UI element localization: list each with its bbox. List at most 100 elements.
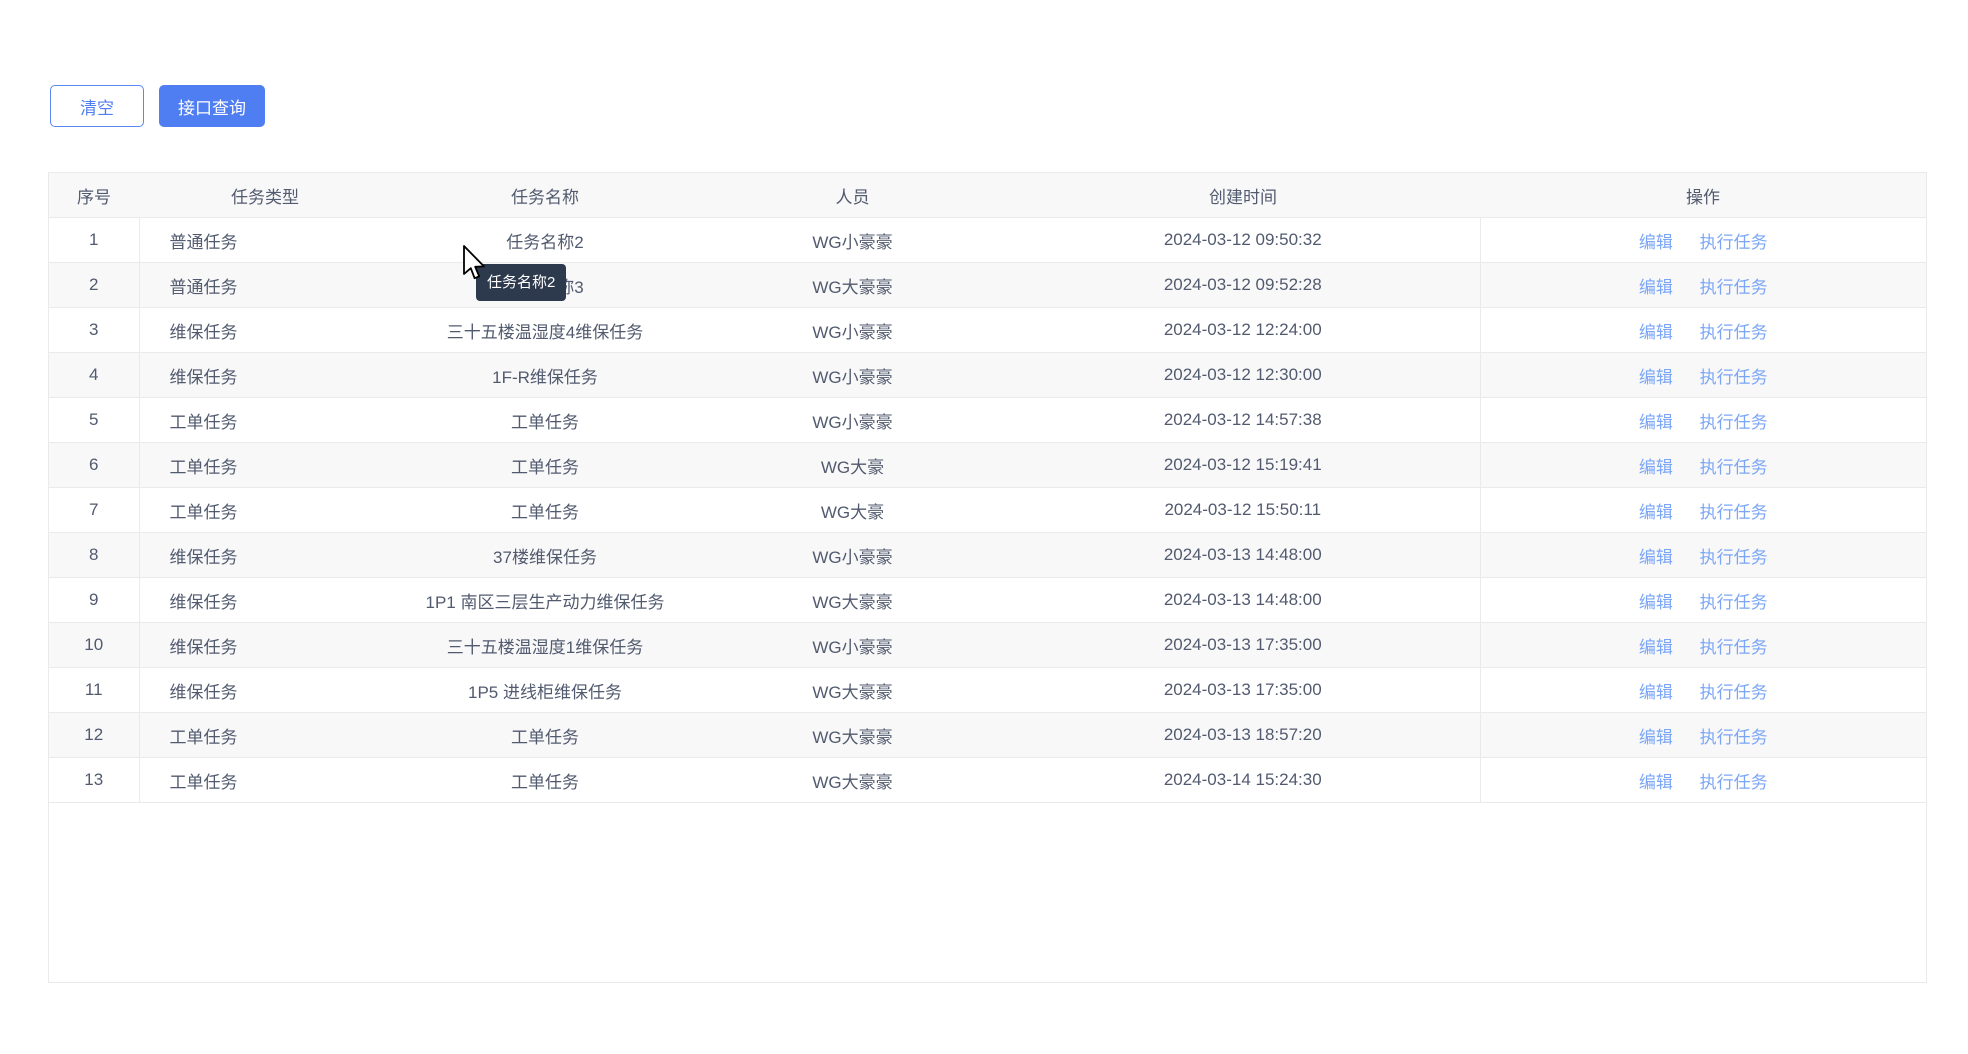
cell-person: WG小豪豪 [699,308,1006,353]
execute-task-link[interactable]: 执行任务 [1700,638,1768,657]
task-table: 序号 任务类型 任务名称 人员 创建时间 操作 1 普通任务 任务名称2 WG小… [48,172,1927,983]
cell-index: 8 [49,533,139,578]
execute-task-link[interactable]: 执行任务 [1700,458,1768,477]
task-name-tooltip: 任务名称2 [476,264,566,301]
cell-task-type: 工单任务 [139,758,391,803]
execute-task-link[interactable]: 执行任务 [1700,233,1768,252]
cell-actions: 编辑 执行任务 [1480,578,1926,623]
cell-person: WG小豪豪 [699,353,1006,398]
cell-task-type: 维保任务 [139,578,391,623]
cell-created-time: 2024-03-12 09:50:32 [1006,218,1480,263]
edit-link[interactable]: 编辑 [1639,548,1673,567]
cell-person: WG大豪豪 [699,713,1006,758]
cell-index: 12 [49,713,139,758]
cell-task-type: 工单任务 [139,443,391,488]
table-row: 7 工单任务 工单任务 WG大豪 2024-03-12 15:50:11 编辑 … [49,488,1926,533]
edit-link[interactable]: 编辑 [1639,323,1673,342]
table-row: 1 普通任务 任务名称2 WG小豪豪 2024-03-12 09:50:32 编… [49,218,1926,263]
cell-created-time: 2024-03-12 12:24:00 [1006,308,1480,353]
cell-task-name: 工单任务 [391,398,699,443]
cell-task-name: 三十五楼温湿度1维保任务 [391,623,699,668]
cell-created-time: 2024-03-12 09:52:28 [1006,263,1480,308]
execute-task-link[interactable]: 执行任务 [1700,368,1768,387]
cell-task-type: 维保任务 [139,308,391,353]
toolbar: 清空 接口查询 [50,85,265,127]
edit-link[interactable]: 编辑 [1639,773,1673,792]
cell-index: 9 [49,578,139,623]
table-row: 13 工单任务 工单任务 WG大豪豪 2024-03-14 15:24:30 编… [49,758,1926,803]
edit-link[interactable]: 编辑 [1639,503,1673,522]
execute-task-link[interactable]: 执行任务 [1700,413,1768,432]
edit-link[interactable]: 编辑 [1639,638,1673,657]
cell-index: 6 [49,443,139,488]
cell-task-type: 维保任务 [139,623,391,668]
cell-index: 7 [49,488,139,533]
cell-person: WG小豪豪 [699,623,1006,668]
cell-actions: 编辑 执行任务 [1480,623,1926,668]
table-row: 2 普通任务 任务名称3 WG大豪豪 2024-03-12 09:52:28 编… [49,263,1926,308]
cell-index: 1 [49,218,139,263]
cell-created-time: 2024-03-13 14:48:00 [1006,578,1480,623]
cell-task-name: 工单任务 [391,443,699,488]
cell-task-name: 37楼维保任务 [391,533,699,578]
table-row: 8 维保任务 37楼维保任务 WG小豪豪 2024-03-13 14:48:00… [49,533,1926,578]
cell-index: 3 [49,308,139,353]
cell-index: 13 [49,758,139,803]
cell-task-type: 普通任务 [139,263,391,308]
col-header-person: 人员 [699,173,1006,218]
query-button[interactable]: 接口查询 [159,85,265,127]
edit-link[interactable]: 编辑 [1639,683,1673,702]
task-table-grid: 序号 任务类型 任务名称 人员 创建时间 操作 1 普通任务 任务名称2 WG小… [49,173,1926,803]
edit-link[interactable]: 编辑 [1639,278,1673,297]
cell-task-type: 维保任务 [139,353,391,398]
execute-task-link[interactable]: 执行任务 [1700,503,1768,522]
edit-link[interactable]: 编辑 [1639,368,1673,387]
cell-actions: 编辑 执行任务 [1480,398,1926,443]
edit-link[interactable]: 编辑 [1639,593,1673,612]
cell-actions: 编辑 执行任务 [1480,218,1926,263]
cell-index: 11 [49,668,139,713]
execute-task-link[interactable]: 执行任务 [1700,593,1768,612]
edit-link[interactable]: 编辑 [1639,413,1673,432]
edit-link[interactable]: 编辑 [1639,458,1673,477]
cell-task-type: 工单任务 [139,488,391,533]
cell-person: WG大豪 [699,443,1006,488]
cell-created-time: 2024-03-12 12:30:00 [1006,353,1480,398]
table-row: 6 工单任务 工单任务 WG大豪 2024-03-12 15:19:41 编辑 … [49,443,1926,488]
mouse-cursor-icon [462,245,488,283]
cell-task-type: 工单任务 [139,713,391,758]
cell-person: WG大豪豪 [699,758,1006,803]
cell-actions: 编辑 执行任务 [1480,488,1926,533]
edit-link[interactable]: 编辑 [1639,233,1673,252]
clear-button[interactable]: 清空 [50,85,144,127]
execute-task-link[interactable]: 执行任务 [1700,728,1768,747]
cell-actions: 编辑 执行任务 [1480,758,1926,803]
execute-task-link[interactable]: 执行任务 [1700,773,1768,792]
edit-link[interactable]: 编辑 [1639,728,1673,747]
table-row: 5 工单任务 工单任务 WG小豪豪 2024-03-12 14:57:38 编辑… [49,398,1926,443]
execute-task-link[interactable]: 执行任务 [1700,278,1768,297]
execute-task-link[interactable]: 执行任务 [1700,323,1768,342]
cell-created-time: 2024-03-13 17:35:00 [1006,668,1480,713]
cell-actions: 编辑 执行任务 [1480,263,1926,308]
cell-actions: 编辑 执行任务 [1480,353,1926,398]
cell-created-time: 2024-03-12 14:57:38 [1006,398,1480,443]
cell-person: WG大豪豪 [699,578,1006,623]
cell-task-name: 三十五楼温湿度4维保任务 [391,308,699,353]
execute-task-link[interactable]: 执行任务 [1700,683,1768,702]
cell-index: 4 [49,353,139,398]
cell-task-name: 1P1 南区三层生产动力维保任务 [391,578,699,623]
cell-person: WG大豪 [699,488,1006,533]
table-row: 9 维保任务 1P1 南区三层生产动力维保任务 WG大豪豪 2024-03-13… [49,578,1926,623]
cell-created-time: 2024-03-14 15:24:30 [1006,758,1480,803]
table-body: 1 普通任务 任务名称2 WG小豪豪 2024-03-12 09:50:32 编… [49,218,1926,803]
cell-actions: 编辑 执行任务 [1480,443,1926,488]
cell-created-time: 2024-03-12 15:19:41 [1006,443,1480,488]
cell-actions: 编辑 执行任务 [1480,713,1926,758]
cell-task-name: 工单任务 [391,488,699,533]
cell-task-type: 维保任务 [139,668,391,713]
execute-task-link[interactable]: 执行任务 [1700,548,1768,567]
table-row: 11 维保任务 1P5 进线柜维保任务 WG大豪豪 2024-03-13 17:… [49,668,1926,713]
cell-created-time: 2024-03-13 17:35:00 [1006,623,1480,668]
cell-index: 2 [49,263,139,308]
